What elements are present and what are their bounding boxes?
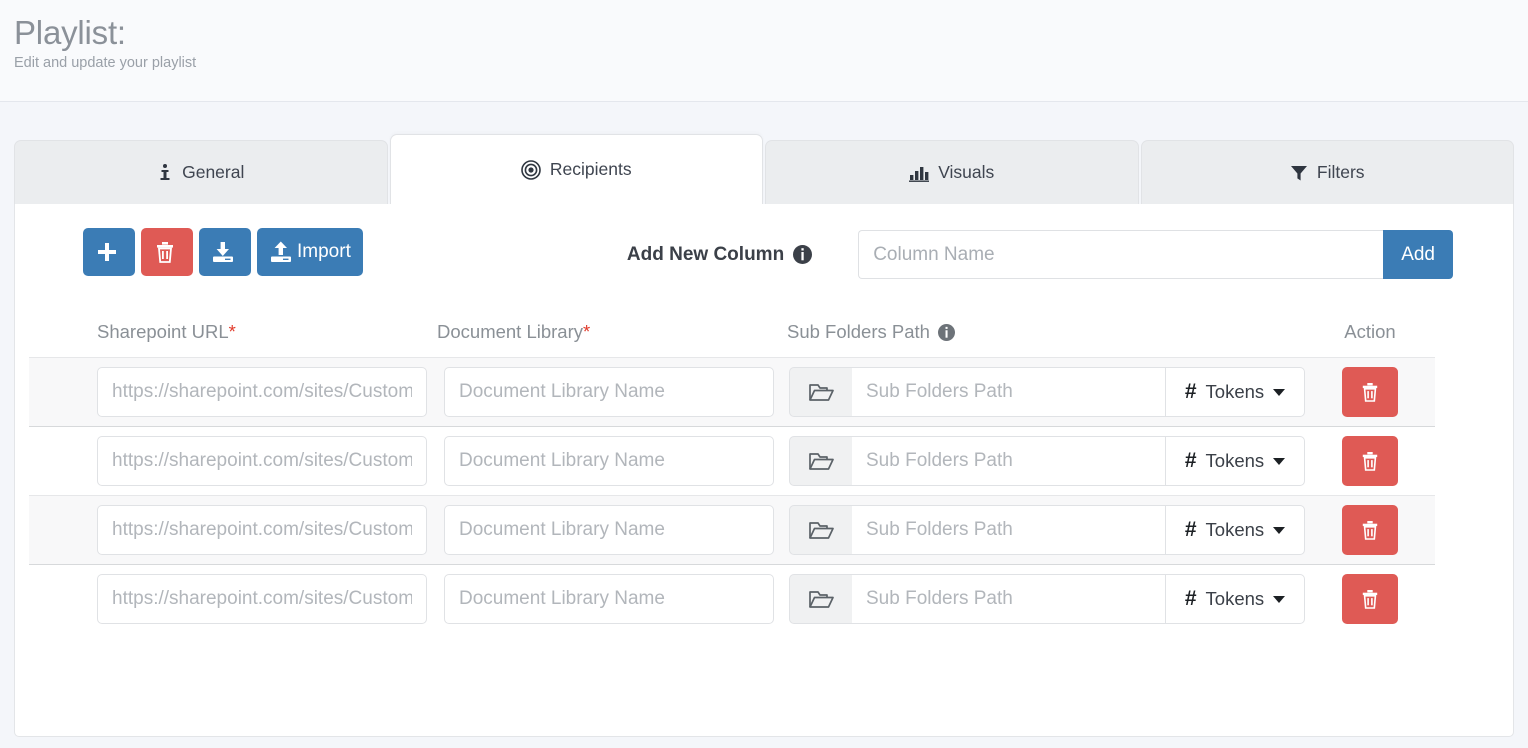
folder-open-icon[interactable] <box>789 505 852 555</box>
hash-icon: # <box>1185 518 1197 542</box>
table-row: # Tokens <box>29 427 1435 495</box>
sub-folders-path-input[interactable] <box>852 436 1165 486</box>
sub-folders-group: # Tokens <box>789 367 1305 417</box>
plus-icon <box>96 241 118 263</box>
tab-visuals[interactable]: Visuals <box>765 140 1139 204</box>
download-icon <box>211 241 235 263</box>
column-name-input[interactable] <box>858 230 1383 279</box>
add-row-button[interactable] <box>83 228 135 276</box>
header-sharepoint-url: Sharepoint URL* <box>97 321 437 343</box>
table-header-row: Sharepoint URL* Document Library* Sub Fo… <box>29 321 1499 343</box>
recipients-rows: # Tokens <box>29 357 1499 633</box>
sub-folders-group: # Tokens <box>789 574 1305 624</box>
document-library-input[interactable] <box>444 367 774 417</box>
document-library-input[interactable] <box>444 436 774 486</box>
sharepoint-url-input[interactable] <box>97 367 427 417</box>
add-new-column-label: Add New Column <box>627 244 784 266</box>
folder-open-icon[interactable] <box>789 436 852 486</box>
filter-icon <box>1290 164 1308 182</box>
row-action-cell <box>1305 367 1435 417</box>
tab-filters-label: Filters <box>1317 162 1365 183</box>
delete-row-button[interactable] <box>1342 505 1398 555</box>
sub-folders-group: # Tokens <box>789 505 1305 555</box>
sub-folders-path-input[interactable] <box>852 574 1165 624</box>
folder-open-icon[interactable] <box>789 574 852 624</box>
add-new-column-label-group: Add New Column <box>627 244 812 266</box>
delete-row-button[interactable] <box>1342 574 1398 624</box>
tokens-dropdown-button[interactable]: # Tokens <box>1165 505 1305 555</box>
add-new-column-area: Add New Column Add <box>627 230 1453 279</box>
tokens-label: Tokens <box>1206 519 1265 541</box>
table-row: # Tokens <box>29 357 1435 427</box>
header-document-library: Document Library* <box>437 321 787 343</box>
tab-recipients[interactable]: Recipients <box>390 134 764 204</box>
hash-icon: # <box>1185 587 1197 611</box>
page-subtitle: Edit and update your playlist <box>14 55 1528 71</box>
tab-bar: General Recipients <box>14 134 1514 204</box>
tokens-dropdown-button[interactable]: # Tokens <box>1165 436 1305 486</box>
row-action-cell <box>1305 574 1435 624</box>
trash-icon <box>1361 382 1379 402</box>
document-library-input[interactable] <box>444 574 774 624</box>
document-library-input[interactable] <box>444 505 774 555</box>
page-header: Playlist: Edit and update your playlist <box>0 0 1528 102</box>
tab-visuals-label: Visuals <box>938 162 994 183</box>
add-column-button[interactable]: Add <box>1383 230 1453 279</box>
header-sub-folders-path-text: Sub Folders Path <box>787 321 930 343</box>
chevron-down-icon <box>1273 527 1285 534</box>
sub-folders-group: # Tokens <box>789 436 1305 486</box>
toolbar: Import Add New Column Add <box>29 228 1499 279</box>
hash-icon: # <box>1185 449 1197 473</box>
row-action-cell <box>1305 436 1435 486</box>
export-button[interactable] <box>199 228 251 276</box>
chevron-down-icon <box>1273 596 1285 603</box>
delete-rows-button[interactable] <box>141 228 193 276</box>
info-circle-icon[interactable] <box>793 245 812 264</box>
sharepoint-url-input[interactable] <box>97 505 427 555</box>
table-row: # Tokens <box>29 495 1435 565</box>
header-sharepoint-url-text: Sharepoint URL <box>97 321 229 342</box>
required-asterisk: * <box>583 321 590 342</box>
info-circle-icon[interactable] <box>938 324 955 341</box>
table-row: # Tokens <box>29 565 1435 633</box>
tab-general[interactable]: General <box>14 140 388 204</box>
trash-icon <box>155 241 175 263</box>
recipients-panel: Import Add New Column Add Sharepoint URL… <box>14 204 1514 737</box>
info-icon <box>157 163 173 182</box>
tokens-label: Tokens <box>1206 588 1265 610</box>
toolbar-button-group: Import <box>83 228 363 276</box>
trash-icon <box>1361 520 1379 540</box>
delete-row-button[interactable] <box>1342 436 1398 486</box>
import-button[interactable]: Import <box>257 228 363 276</box>
sub-folders-path-input[interactable] <box>852 367 1165 417</box>
folder-open-icon[interactable] <box>789 367 852 417</box>
tab-recipients-label: Recipients <box>550 159 632 180</box>
trash-icon <box>1361 451 1379 471</box>
chevron-down-icon <box>1273 389 1285 396</box>
tabs-container: General Recipients <box>0 102 1528 204</box>
sharepoint-url-input[interactable] <box>97 574 427 624</box>
upload-icon <box>269 241 293 263</box>
sub-folders-path-input[interactable] <box>852 505 1165 555</box>
sharepoint-url-input[interactable] <box>97 436 427 486</box>
header-action: Action <box>1305 321 1435 343</box>
required-asterisk: * <box>229 321 236 342</box>
delete-row-button[interactable] <box>1342 367 1398 417</box>
header-sub-folders-path: Sub Folders Path <box>787 321 1305 343</box>
tokens-dropdown-button[interactable]: # Tokens <box>1165 574 1305 624</box>
header-document-library-text: Document Library <box>437 321 583 342</box>
tokens-dropdown-button[interactable]: # Tokens <box>1165 367 1305 417</box>
tokens-label: Tokens <box>1206 381 1265 403</box>
import-label: Import <box>297 241 351 263</box>
row-action-cell <box>1305 505 1435 555</box>
hash-icon: # <box>1185 380 1197 404</box>
tab-general-label: General <box>182 162 244 183</box>
page-title: Playlist: <box>14 14 1528 52</box>
bullseye-icon <box>521 160 541 180</box>
bar-chart-icon <box>909 164 929 182</box>
trash-icon <box>1361 589 1379 609</box>
tab-filters[interactable]: Filters <box>1141 140 1515 204</box>
tokens-label: Tokens <box>1206 450 1265 472</box>
chevron-down-icon <box>1273 458 1285 465</box>
